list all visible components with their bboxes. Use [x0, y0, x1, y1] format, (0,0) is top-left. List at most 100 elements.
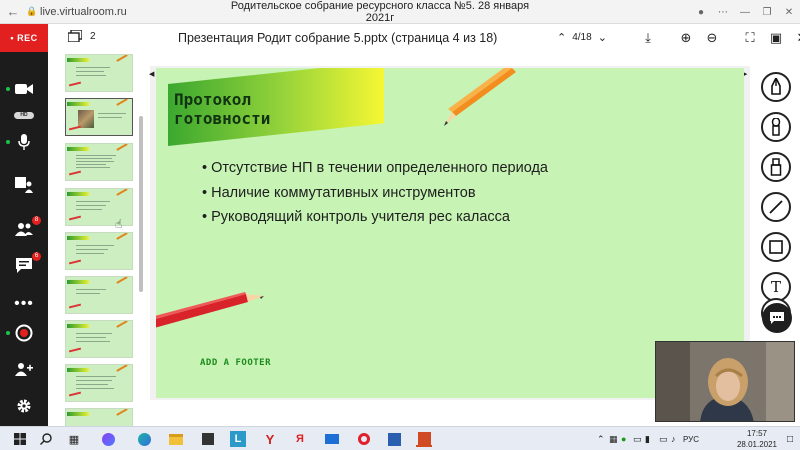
line-tool[interactable] — [761, 192, 791, 222]
brush-tool[interactable] — [761, 112, 791, 142]
hd-badge: HD — [14, 112, 34, 119]
pen-icon — [771, 78, 781, 95]
windows-start-icon[interactable] — [12, 431, 28, 447]
presentation-header: 2 Презентация Родит собрание 5.pptx (стр… — [48, 24, 800, 52]
word-icon[interactable] — [386, 431, 402, 447]
system-tray: ⌃ ▦ ● ▭ ▮ ▭ ♪ РУС — [597, 427, 705, 450]
add-user-icon — [15, 363, 33, 376]
fullscreen-icon[interactable]: ⛶ — [740, 28, 760, 48]
notifications-icon[interactable]: □ — [782, 431, 798, 447]
slide-thumbnails[interactable] — [48, 52, 148, 426]
prev-page-icon[interactable]: ⌃ — [557, 31, 566, 44]
taskbar-clock[interactable]: 17:57 28.01.2021 — [735, 428, 779, 450]
slide-footer: ADD A FOOTER — [200, 358, 272, 368]
collapse-left-icon[interactable]: ◀ — [149, 70, 154, 78]
clock-time: 17:57 — [746, 429, 768, 438]
lock-icon[interactable]: 🔒 — [26, 6, 40, 17]
rectangle-tool[interactable] — [761, 232, 791, 262]
tray-update-icon[interactable]: ● — [621, 434, 633, 444]
zoom-in-icon[interactable]: ⊕ — [676, 28, 696, 48]
chat-badge: 6 — [32, 252, 41, 261]
l-app-icon[interactable]: L — [230, 431, 246, 447]
close-presentation-icon[interactable]: ✕ — [792, 28, 800, 48]
rec-button[interactable]: • REC — [0, 24, 48, 52]
thumbnail-slide-8[interactable] — [65, 276, 133, 314]
brush-icon — [771, 118, 781, 136]
tray-monitor-icon[interactable]: ▭ — [633, 434, 645, 445]
download-lock-icon[interactable]: ⤓ — [638, 28, 658, 48]
tray-chevron-icon[interactable]: ⌃ — [597, 434, 609, 445]
restore-icon[interactable]: ❐ — [756, 7, 778, 18]
slide-title-line1: Протокол — [174, 90, 252, 109]
settings-button[interactable] — [0, 391, 48, 421]
hand-cursor-icon: ☝ — [115, 217, 123, 231]
back-arrow-icon[interactable]: ← — [0, 4, 26, 19]
volume-icon[interactable]: ♪ — [671, 434, 683, 444]
slide-title-line2: готовности — [174, 109, 271, 128]
thumbnail-slide-4-current[interactable] — [65, 98, 133, 136]
invite-user-button[interactable] — [0, 354, 48, 384]
tray-app-icon[interactable]: ▦ — [609, 434, 621, 445]
alice-icon[interactable] — [100, 431, 116, 447]
battery-icon[interactable]: ▮ — [645, 434, 659, 445]
input-language[interactable]: РУС — [683, 435, 705, 444]
thumbnail-slide-9[interactable] — [65, 320, 133, 358]
network-icon[interactable]: ▭ — [659, 434, 671, 445]
thumbnail-slide-3[interactable] — [65, 54, 133, 92]
close-icon[interactable]: ✕ — [778, 7, 800, 18]
chat-button[interactable]: 6 — [0, 250, 48, 280]
slides-toggle[interactable]: 2 — [68, 30, 96, 42]
minimize-icon[interactable]: — — [734, 7, 756, 18]
highlighter-tool[interactable] — [761, 152, 791, 182]
slides-panel-icon — [68, 30, 82, 42]
file-explorer-icon[interactable] — [168, 431, 184, 447]
search-icon[interactable] — [38, 431, 54, 447]
bullet-item: Наличие коммутативных инструментов — [202, 181, 632, 206]
camera-permission-icon[interactable]: ● — [690, 7, 712, 18]
chat-icon — [16, 257, 32, 273]
store-icon[interactable] — [200, 431, 216, 447]
record-button[interactable] — [0, 318, 48, 348]
thumbnail-slide-7[interactable] — [65, 232, 133, 270]
thumbnails-scrollbar[interactable] — [139, 116, 143, 292]
edge-icon[interactable] — [136, 431, 152, 447]
window-controls: ● ⋯ — ❐ ✕ — [690, 0, 800, 24]
floating-chat-button[interactable] — [762, 303, 792, 333]
mail-icon[interactable] — [324, 431, 340, 447]
webcam-preview[interactable] — [655, 341, 795, 422]
screen-share-button[interactable] — [0, 170, 48, 200]
bullet-list: Отсутствие НП в течении определенного пе… — [202, 156, 632, 230]
powerpoint-icon[interactable] — [416, 431, 432, 447]
thumbnail-slide-6[interactable] — [65, 188, 133, 226]
slides-count: 2 — [90, 30, 96, 42]
zoom-out-icon[interactable]: ⊖ — [702, 28, 722, 48]
microphone-icon — [18, 134, 30, 150]
page-navigator: ⌃ 4/18 ⌄ — [557, 31, 607, 44]
more-button[interactable]: ••• — [0, 289, 48, 319]
next-page-icon[interactable]: ⌄ — [598, 31, 607, 44]
slide-title: Протокол готовности — [174, 90, 270, 128]
menu-dots-icon[interactable]: ⋯ — [712, 7, 734, 18]
thumbnail-slide-10[interactable] — [65, 364, 133, 402]
thumbnail-slide-11[interactable] — [65, 408, 133, 426]
opera-icon[interactable] — [356, 431, 372, 447]
camera-button[interactable] — [0, 74, 48, 104]
record-status-dot — [6, 331, 10, 335]
thumbnail-slide-5[interactable] — [65, 143, 133, 181]
chat-bubble-icon — [770, 312, 784, 324]
crop-icon[interactable]: ▣ — [766, 28, 786, 48]
participants-button[interactable]: 8 — [0, 214, 48, 244]
header-actions: ⤓ ⊕ ⊖ ⛶ ▣ ✕ — [638, 28, 800, 48]
orange-pencil-icon — [444, 68, 516, 126]
url-text[interactable]: live.virtualroom.ru — [40, 6, 200, 18]
record-icon — [15, 324, 33, 342]
red-pencil-icon — [156, 292, 264, 328]
bullet-item: Руководящий контроль учителя рес каласса — [202, 205, 632, 230]
yandex-icon[interactable]: Я — [292, 431, 308, 447]
participants-badge: 8 — [32, 216, 41, 225]
pen-tool[interactable] — [761, 72, 791, 102]
microphone-button[interactable] — [0, 127, 48, 157]
task-view-icon[interactable]: ▦ — [66, 431, 82, 447]
yandex-browser-icon[interactable]: Y — [262, 431, 278, 447]
left-toolbar: • REC HD 8 6 ••• — [0, 24, 48, 426]
